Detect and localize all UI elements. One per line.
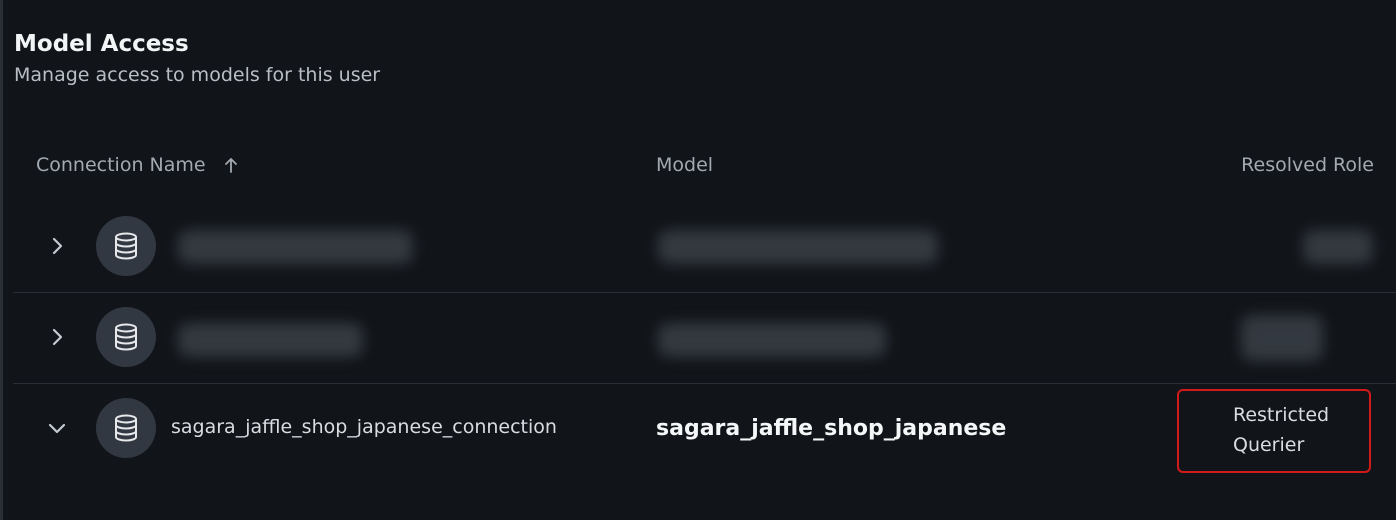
redacted-connection-name [178, 230, 413, 264]
model-access-panel: Model Access Manage access to models for… [0, 0, 1396, 520]
redacted-model-name [658, 230, 938, 264]
database-icon [115, 323, 137, 351]
table-row[interactable] [13, 202, 1396, 292]
column-header-model[interactable]: Model [656, 150, 713, 180]
column-header-connection-label: Connection Name [36, 154, 206, 176]
chevron-right-icon[interactable] [47, 236, 67, 256]
redacted-role [1303, 230, 1373, 264]
section-header: Model Access Manage access to models for… [14, 28, 380, 90]
database-avatar [96, 307, 156, 367]
column-header-resolved-role[interactable]: Resolved Role [1241, 150, 1374, 180]
database-avatar [96, 216, 156, 276]
chevron-right-icon[interactable] [47, 327, 67, 347]
database-avatar [96, 398, 156, 458]
table-row[interactable] [13, 292, 1396, 383]
model-name: sagara_jaffle_shop_japanese [656, 416, 1007, 441]
connection-name: sagara_jaffle_shop_japanese_connection [171, 416, 557, 438]
section-title: Model Access [14, 31, 189, 57]
database-icon [115, 232, 137, 260]
database-icon [115, 414, 137, 442]
redacted-role [1241, 315, 1323, 361]
column-header-connection-name[interactable]: Connection Name [36, 150, 238, 180]
chevron-down-icon[interactable] [47, 418, 67, 438]
section-subtitle: Manage access to models for this user [14, 64, 381, 86]
resolved-role: Restricted Querier [1233, 404, 1330, 456]
redacted-connection-name [178, 323, 363, 357]
arrow-up-icon[interactable] [224, 157, 238, 173]
table-row[interactable]: sagara_jaffle_shop_japanese_connection s… [13, 383, 1396, 474]
redacted-model-name [658, 323, 886, 357]
